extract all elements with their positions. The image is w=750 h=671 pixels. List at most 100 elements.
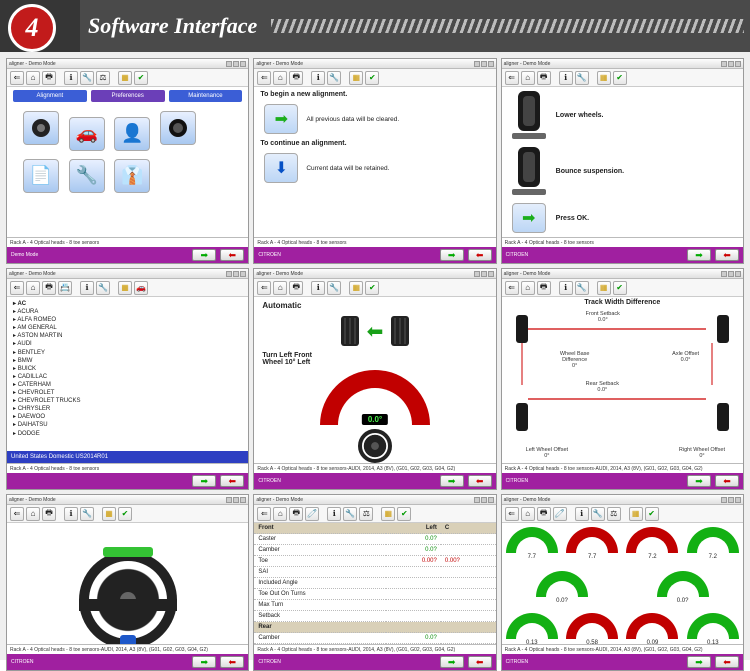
tire-card-icon[interactable]: [160, 111, 196, 145]
info-icon[interactable]: ℹ: [559, 71, 573, 85]
check-icon[interactable]: ✔: [613, 71, 627, 85]
make-item[interactable]: ASTON MARTIN: [13, 332, 242, 340]
home-icon[interactable]: ⌂: [521, 507, 535, 521]
make-item[interactable]: BUICK: [13, 365, 242, 373]
car-card-icon[interactable]: 🚗: [69, 117, 105, 151]
next-button[interactable]: ➡: [440, 475, 464, 487]
make-item[interactable]: DAEWOO: [13, 413, 242, 421]
make-list[interactable]: AC ACURAALFA ROMEOAM GENERALASTON MARTIN…: [7, 297, 248, 441]
heads-icon[interactable]: ▦: [349, 71, 363, 85]
wrench-icon[interactable]: 🔧: [343, 507, 357, 521]
print-icon[interactable]: 🖶: [289, 281, 303, 295]
home-icon[interactable]: ⌂: [26, 507, 40, 521]
tool-icon[interactable]: ℹ: [64, 71, 78, 85]
begin-new-button[interactable]: ➡: [264, 104, 298, 134]
tab-alignment[interactable]: Alignment: [13, 90, 87, 102]
scale-icon[interactable]: ⚖: [607, 507, 621, 521]
back-button[interactable]: ⬅: [468, 249, 492, 261]
next-button[interactable]: ➡: [687, 249, 711, 261]
wrench-icon[interactable]: 🔧: [591, 507, 605, 521]
nav-back-icon[interactable]: ⇐: [505, 281, 519, 295]
back-button[interactable]: ⬅: [715, 656, 739, 668]
check-icon[interactable]: ✔: [365, 71, 379, 85]
next-button[interactable]: ➡: [687, 656, 711, 668]
heads-icon[interactable]: ▦: [118, 281, 132, 295]
info-icon[interactable]: ℹ: [311, 71, 325, 85]
wrench-icon[interactable]: 🔧: [80, 71, 94, 85]
next-button[interactable]: ➡: [192, 475, 216, 487]
next-button[interactable]: ➡: [440, 249, 464, 261]
customer-card-icon[interactable]: 👤: [114, 117, 150, 151]
info-icon[interactable]: ℹ: [327, 507, 341, 521]
make-item[interactable]: CADILLAC: [13, 373, 242, 381]
make-item[interactable]: CHRYSLER: [13, 405, 242, 413]
tools-card-icon[interactable]: 🔧: [69, 159, 105, 193]
heads-icon[interactable]: ▦: [102, 507, 116, 521]
wrench-icon[interactable]: 🔧: [80, 507, 94, 521]
db-selection[interactable]: United States Domestic US2014R01: [7, 451, 248, 463]
info-icon[interactable]: ℹ: [575, 507, 589, 521]
print-icon[interactable]: 🖶: [289, 507, 303, 521]
print-icon[interactable]: 🖶: [537, 71, 551, 85]
operator-card-icon[interactable]: 👔: [114, 159, 150, 193]
car-ok-icon[interactable]: 🚗: [134, 281, 148, 295]
back-button[interactable]: ⬅: [468, 656, 492, 668]
heads-icon[interactable]: ▦: [349, 281, 363, 295]
info-icon[interactable]: ℹ: [64, 507, 78, 521]
wrench-icon[interactable]: 🔧: [96, 281, 110, 295]
next-button[interactable]: ➡: [687, 475, 711, 487]
wheel-card-icon[interactable]: [23, 111, 59, 145]
check-icon[interactable]: ✔: [134, 71, 148, 85]
home-icon[interactable]: ⌂: [273, 507, 287, 521]
info-icon[interactable]: ℹ: [311, 281, 325, 295]
make-item[interactable]: AM GENERAL: [13, 324, 242, 332]
info-icon[interactable]: ℹ: [80, 281, 94, 295]
report-card-icon[interactable]: 📄: [23, 159, 59, 193]
next-button[interactable]: ➡: [192, 249, 216, 261]
home-icon[interactable]: ⌂: [521, 71, 535, 85]
clip-icon[interactable]: 🧷: [553, 507, 567, 521]
wrench-icon[interactable]: 🔧: [575, 281, 589, 295]
home-icon[interactable]: ⌂: [273, 71, 287, 85]
scale-icon[interactable]: ⚖: [96, 71, 110, 85]
make-item[interactable]: BMW: [13, 357, 242, 365]
clip-icon[interactable]: 🧷: [305, 507, 319, 521]
make-item[interactable]: DODGE: [13, 430, 242, 438]
print-icon[interactable]: 🖶: [42, 281, 56, 295]
back-button[interactable]: ⬅: [715, 475, 739, 487]
check-icon[interactable]: ✔: [365, 281, 379, 295]
heads-icon[interactable]: ▦: [381, 507, 395, 521]
wrench-icon[interactable]: 🔧: [327, 281, 341, 295]
nav-back-icon[interactable]: ⇐: [257, 281, 271, 295]
continue-button[interactable]: ⬇: [264, 153, 298, 183]
make-item[interactable]: CHEVROLET TRUCKS: [13, 397, 242, 405]
nav-back-icon[interactable]: ⇐: [10, 281, 24, 295]
make-item[interactable]: AUDI: [13, 340, 242, 348]
info-icon[interactable]: ℹ: [559, 281, 573, 295]
home-icon[interactable]: ⌂: [521, 281, 535, 295]
make-item[interactable]: ALFA ROMEO: [13, 316, 242, 324]
heads-icon[interactable]: ▦: [597, 281, 611, 295]
scale-icon[interactable]: ⚖: [359, 507, 373, 521]
nav-back-icon[interactable]: ⇐: [10, 507, 24, 521]
nav-back-icon[interactable]: ⇐: [505, 507, 519, 521]
next-button[interactable]: ➡: [192, 656, 216, 668]
make-item[interactable]: ACURA: [13, 308, 242, 316]
nav-back-icon[interactable]: ⇐: [257, 507, 271, 521]
heads-icon[interactable]: ▦: [118, 71, 132, 85]
next-button[interactable]: ➡: [440, 656, 464, 668]
back-button[interactable]: ⬅: [468, 475, 492, 487]
print-icon[interactable]: 🖶: [537, 507, 551, 521]
tab-maintenance[interactable]: Maintenance: [169, 90, 243, 102]
wrench-icon[interactable]: 🔧: [327, 71, 341, 85]
check-icon[interactable]: ✔: [613, 281, 627, 295]
print-icon[interactable]: 🖶: [42, 507, 56, 521]
print-icon[interactable]: 🖶: [42, 71, 56, 85]
check-icon[interactable]: ✔: [397, 507, 411, 521]
back-button[interactable]: ⬅: [220, 656, 244, 668]
back-button[interactable]: ⬅: [220, 249, 244, 261]
make-item[interactable]: BENTLEY: [13, 349, 242, 357]
home-icon[interactable]: ⌂: [26, 281, 40, 295]
back-button[interactable]: ⬅: [220, 475, 244, 487]
make-item[interactable]: CATERHAM: [13, 381, 242, 389]
